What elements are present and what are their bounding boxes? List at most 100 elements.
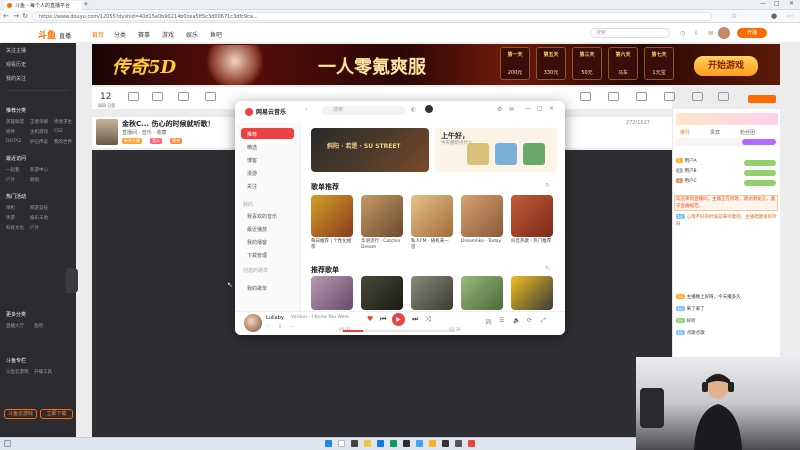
open-live-button[interactable]: 开播	[737, 28, 767, 38]
music-banner-main[interactable]	[311, 128, 429, 172]
recommend-cover[interactable]	[361, 276, 403, 310]
music-nav-follow[interactable]: 关注	[247, 183, 257, 190]
music-user-avatar[interactable]	[425, 105, 433, 113]
now-playing-artist[interactable]: Various · I Knew You Were	[291, 315, 349, 320]
now-playing-cover[interactable]	[244, 314, 262, 332]
sidebar-item[interactable]: 英雄联盟	[6, 119, 24, 125]
browser-tab[interactable]: 斗鱼 - 每个人的直播平台	[4, 1, 82, 10]
url-input[interactable]: https://www.douyu.com/12055?dyshid=40d15…	[32, 12, 712, 21]
category-icon[interactable]	[178, 92, 189, 101]
music-nav-roam[interactable]: 漫游	[247, 170, 257, 177]
playlist-cover[interactable]	[411, 195, 453, 237]
nav-match[interactable]: 赛事	[138, 30, 150, 39]
sidebar-item[interactable]: 娱乐天地	[30, 215, 48, 221]
user-avatar[interactable]	[718, 27, 730, 39]
menu-icon[interactable]: ⋯	[786, 12, 794, 21]
app-icon[interactable]	[455, 440, 462, 447]
app-icon[interactable]	[429, 440, 436, 447]
sidebar-item[interactable]: 科技文化	[6, 225, 24, 231]
category-icon[interactable]	[205, 92, 216, 101]
music-nav-podcast[interactable]: 博客	[247, 157, 257, 164]
lyrics-icon[interactable]: 词	[485, 317, 491, 326]
stream-tag[interactable]: 新秀主播	[122, 138, 142, 144]
category-icon[interactable]	[636, 92, 647, 101]
sidebar-item[interactable]: 原神	[6, 129, 15, 135]
close-window-icon[interactable]: ✕	[789, 0, 794, 7]
next-track-icon[interactable]: ⏭	[412, 315, 418, 324]
profile-icon[interactable]: ●	[770, 12, 778, 21]
sidebar-history[interactable]: 观看历史	[6, 61, 26, 68]
music-nav-recommend[interactable]: 推荐	[247, 131, 257, 138]
music-minimize-icon[interactable]: —	[525, 105, 531, 112]
music-nav-featured[interactable]: 精选	[247, 144, 257, 151]
task-view-icon[interactable]	[351, 440, 358, 447]
category-icon[interactable]	[152, 92, 163, 101]
playlist-title[interactable]: Dreamlike · Today	[461, 239, 503, 245]
sidebar-item[interactable]: 网游竞技	[30, 205, 48, 211]
history-icon[interactable]: ◷	[680, 30, 685, 37]
sidebar-item[interactable]: 主机游戏	[30, 129, 48, 135]
sidebar-item[interactable]: 我的世界	[54, 139, 72, 145]
sidebar-item[interactable]: 王者荣耀	[30, 119, 48, 125]
nav-home[interactable]: 首页	[92, 30, 104, 39]
sidebar-my-follow[interactable]: 我的关注	[6, 75, 26, 82]
playlist-cover[interactable]	[361, 195, 403, 237]
forward-icon[interactable]: →	[12, 12, 20, 21]
minimize-icon[interactable]: —	[760, 0, 766, 7]
sidebar-item[interactable]: 户外	[30, 225, 39, 231]
netease-music-taskbar-icon[interactable]	[468, 440, 475, 447]
prev-track-icon[interactable]: ⏮	[380, 315, 386, 324]
category-icon[interactable]	[692, 92, 703, 101]
music-close-icon[interactable]: ✕	[549, 105, 554, 112]
sidebar-collapse-handle[interactable]	[66, 268, 78, 293]
refresh-recommend-icon[interactable]: ↻	[545, 265, 550, 272]
greeting-album-cover[interactable]	[467, 143, 489, 165]
music-my-recent[interactable]: 最近播放	[247, 226, 267, 233]
player-download-icon[interactable]: ⇩	[278, 324, 282, 330]
edge-browser-icon[interactable]	[377, 440, 384, 447]
sidebar-item[interactable]: 鱼吧	[34, 323, 43, 329]
music-playlist-item[interactable]: 我的歌单	[247, 285, 267, 292]
back-icon[interactable]: ←	[2, 12, 10, 21]
refresh-icon[interactable]: ↻	[21, 12, 29, 21]
category-icon[interactable]	[128, 92, 139, 101]
sidebar-item[interactable]: 颜值	[30, 177, 39, 183]
player-comment-icon[interactable]: ♡	[266, 324, 270, 330]
playlist-title[interactable]: 华语流行 · Catchin Dream	[361, 239, 403, 250]
music-my-podcast[interactable]: 我的播客	[247, 239, 267, 246]
terminal-icon[interactable]	[403, 440, 410, 447]
site-logo[interactable]: 斗鱼 直播	[38, 28, 71, 41]
widgets-icon[interactable]	[4, 440, 11, 447]
nav-entertainment[interactable]: 娱乐	[186, 30, 198, 39]
maximize-icon[interactable]: □	[774, 0, 780, 7]
recommend-cover[interactable]	[411, 276, 453, 310]
playlist-title[interactable]: 抖音热歌 · 热门推荐	[511, 239, 553, 245]
playlist-title[interactable]: 每日推荐 | 个性化推荐	[311, 239, 353, 250]
download-app-button[interactable]: 立即下载	[40, 409, 73, 419]
sidebar-item[interactable]: 新游中心	[30, 167, 48, 173]
extensions-icon[interactable]: ☆	[730, 12, 738, 21]
category-icon[interactable]	[608, 92, 619, 101]
recommend-cover[interactable]	[311, 276, 353, 310]
banner-start-game-button[interactable]: 开始游戏	[694, 56, 758, 76]
sidebar-item[interactable]: 户外	[6, 177, 15, 183]
sidebar-item[interactable]: 炉石传说	[30, 139, 48, 145]
shuffle-icon[interactable]: ⤨	[425, 315, 431, 324]
play-pause-button[interactable]: ▶	[392, 313, 405, 326]
store-icon[interactable]	[390, 440, 397, 447]
music-maximize-icon[interactable]: □	[537, 105, 543, 112]
app-icon[interactable]	[442, 440, 449, 447]
playlist-cover[interactable]	[461, 195, 503, 237]
download-icon[interactable]: ⇩	[694, 30, 699, 37]
playlist-queue-icon[interactable]: ☰	[499, 317, 504, 324]
like-icon[interactable]: ♥	[367, 315, 373, 323]
ad-banner[interactable]	[92, 44, 780, 85]
taskbar-search-icon[interactable]	[338, 440, 345, 447]
message-icon[interactable]: ✉	[708, 30, 713, 37]
sidebar-item[interactable]: 绝地求生	[54, 119, 72, 125]
playlist-title[interactable]: 私人FM · 随机来一首	[411, 239, 453, 250]
recommend-cover[interactable]	[461, 276, 503, 310]
volume-icon[interactable]: 🔈	[513, 317, 520, 324]
player-more-icon[interactable]: ⋯	[290, 324, 295, 330]
new-tab-icon[interactable]: +	[83, 0, 89, 8]
